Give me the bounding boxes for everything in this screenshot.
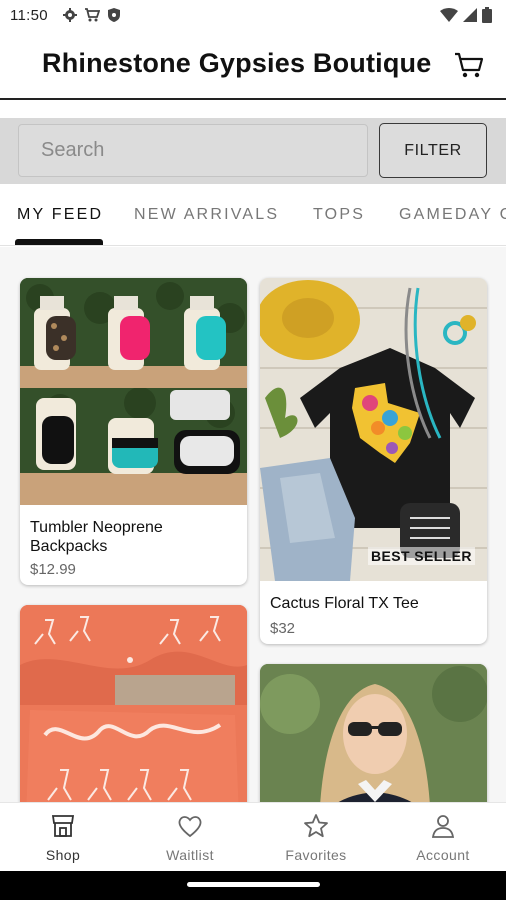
product-image	[20, 605, 247, 802]
header-divider	[0, 98, 506, 100]
system-navigation-bar	[0, 871, 506, 900]
gear-icon	[63, 8, 77, 22]
product-card[interactable]	[20, 605, 247, 802]
heart-icon	[178, 816, 202, 838]
status-time: 11:50	[10, 7, 48, 24]
nav-label: Account	[416, 847, 470, 863]
category-tabs: MY FEED NEW ARRIVALS TOPS GAMEDAY C	[0, 186, 506, 246]
product-feed[interactable]: Tumbler Neoprene Backpacks $12.99 BEST S…	[0, 247, 506, 802]
app-header: Rhinestone Gypsies Boutique	[0, 32, 506, 98]
best-seller-badge: BEST SELLER	[368, 547, 475, 565]
cart-status-icon	[85, 8, 100, 22]
status-bar: 11:50	[0, 0, 506, 32]
person-icon	[431, 815, 455, 838]
signal-icon	[463, 8, 477, 22]
shop-icon	[51, 815, 75, 837]
tab-new-arrivals[interactable]: NEW ARRIVALS	[134, 206, 279, 224]
product-title: Tumbler Neoprene Backpacks	[30, 519, 163, 555]
nav-label: Shop	[45, 847, 81, 863]
search-field[interactable]	[18, 124, 368, 177]
wifi-icon	[440, 8, 458, 22]
cart-button[interactable]	[452, 48, 486, 82]
nav-label: Waitlist	[166, 847, 214, 863]
nav-account[interactable]: Account	[380, 803, 506, 872]
nav-waitlist[interactable]: Waitlist	[127, 803, 253, 872]
home-gesture-handle[interactable]	[187, 882, 320, 887]
tab-my-feed[interactable]: MY FEED	[17, 206, 103, 224]
filter-button[interactable]: FILTER	[379, 123, 487, 178]
product-image	[260, 278, 487, 581]
status-system-icons	[440, 7, 492, 23]
nav-shop[interactable]: Shop	[0, 803, 126, 872]
product-price: $32	[270, 620, 296, 637]
product-image	[20, 278, 247, 505]
app-title: Rhinestone Gypsies Boutique	[42, 48, 432, 78]
product-card[interactable]	[260, 664, 487, 802]
star-icon	[304, 814, 328, 838]
nav-favorites[interactable]: Favorites	[253, 803, 379, 872]
nav-label: Favorites	[285, 847, 347, 863]
tab-tops[interactable]: TOPS	[313, 206, 365, 224]
search-bar: FILTER	[0, 118, 506, 184]
product-price: $12.99	[30, 561, 76, 578]
bottom-navigation: Shop Waitlist Favorites Account	[0, 802, 506, 872]
status-notification-icons	[62, 7, 122, 23]
search-input[interactable]	[19, 125, 367, 176]
battery-icon	[482, 7, 492, 23]
product-title: Cactus Floral TX Tee	[270, 595, 419, 612]
shield-icon	[108, 8, 120, 22]
shopping-cart-icon	[455, 52, 484, 78]
product-image	[260, 664, 487, 802]
product-card[interactable]: Tumbler Neoprene Backpacks $12.99	[20, 278, 247, 585]
active-tab-indicator	[15, 239, 103, 245]
tab-gameday[interactable]: GAMEDAY C	[399, 206, 506, 224]
product-card[interactable]: BEST SELLER Cactus Floral TX Tee $32	[260, 278, 487, 644]
